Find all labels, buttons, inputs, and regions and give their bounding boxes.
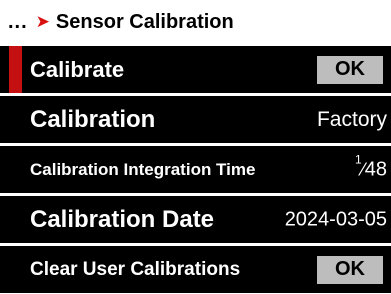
menu-row-label: Calibration Date (30, 205, 215, 233)
menu-row-integration-time[interactable]: Calibration Integration Time 1⁄48 (0, 146, 391, 193)
clear-calibrations-ok-button[interactable]: OK (317, 255, 383, 284)
menu-row-calibration[interactable]: Calibration Factory (0, 96, 391, 143)
breadcrumb-back-dots[interactable]: ... (8, 11, 28, 34)
calibrate-ok-button[interactable]: OK (317, 55, 383, 84)
calibration-date-value: 2024-03-05 (284, 208, 387, 230)
menu-row-label: Calibration (30, 105, 156, 133)
menu-row-label: Clear User Calibrations (30, 258, 241, 280)
integration-time-numerator: 1 (355, 151, 362, 166)
menu-row-label: Calibration Integration Time (30, 159, 256, 179)
page-title: Sensor Calibration (55, 10, 234, 33)
menu-row-clear-user-calibrations[interactable]: Clear User Calibrations OK (0, 246, 391, 293)
menu-row-calibration-date[interactable]: Calibration Date 2024-03-05 (0, 196, 391, 243)
integration-time-denominator: 48 (364, 158, 387, 181)
chevron-right-icon: ➤ (35, 12, 50, 31)
menu-list: Calibrate OK Calibration Factory Calibra… (0, 46, 391, 294)
calibration-value: Factory (316, 107, 387, 131)
menu-row-label: Calibrate (30, 56, 125, 82)
selection-marker (9, 46, 22, 93)
integration-time-value: 1⁄48 (355, 151, 387, 181)
menu-row-calibrate[interactable]: Calibrate OK (0, 46, 391, 93)
breadcrumb-header: ... ➤ Sensor Calibration (0, 0, 391, 44)
menu-screen: ... ➤ Sensor Calibration Calibrate OK Ca… (0, 0, 391, 294)
